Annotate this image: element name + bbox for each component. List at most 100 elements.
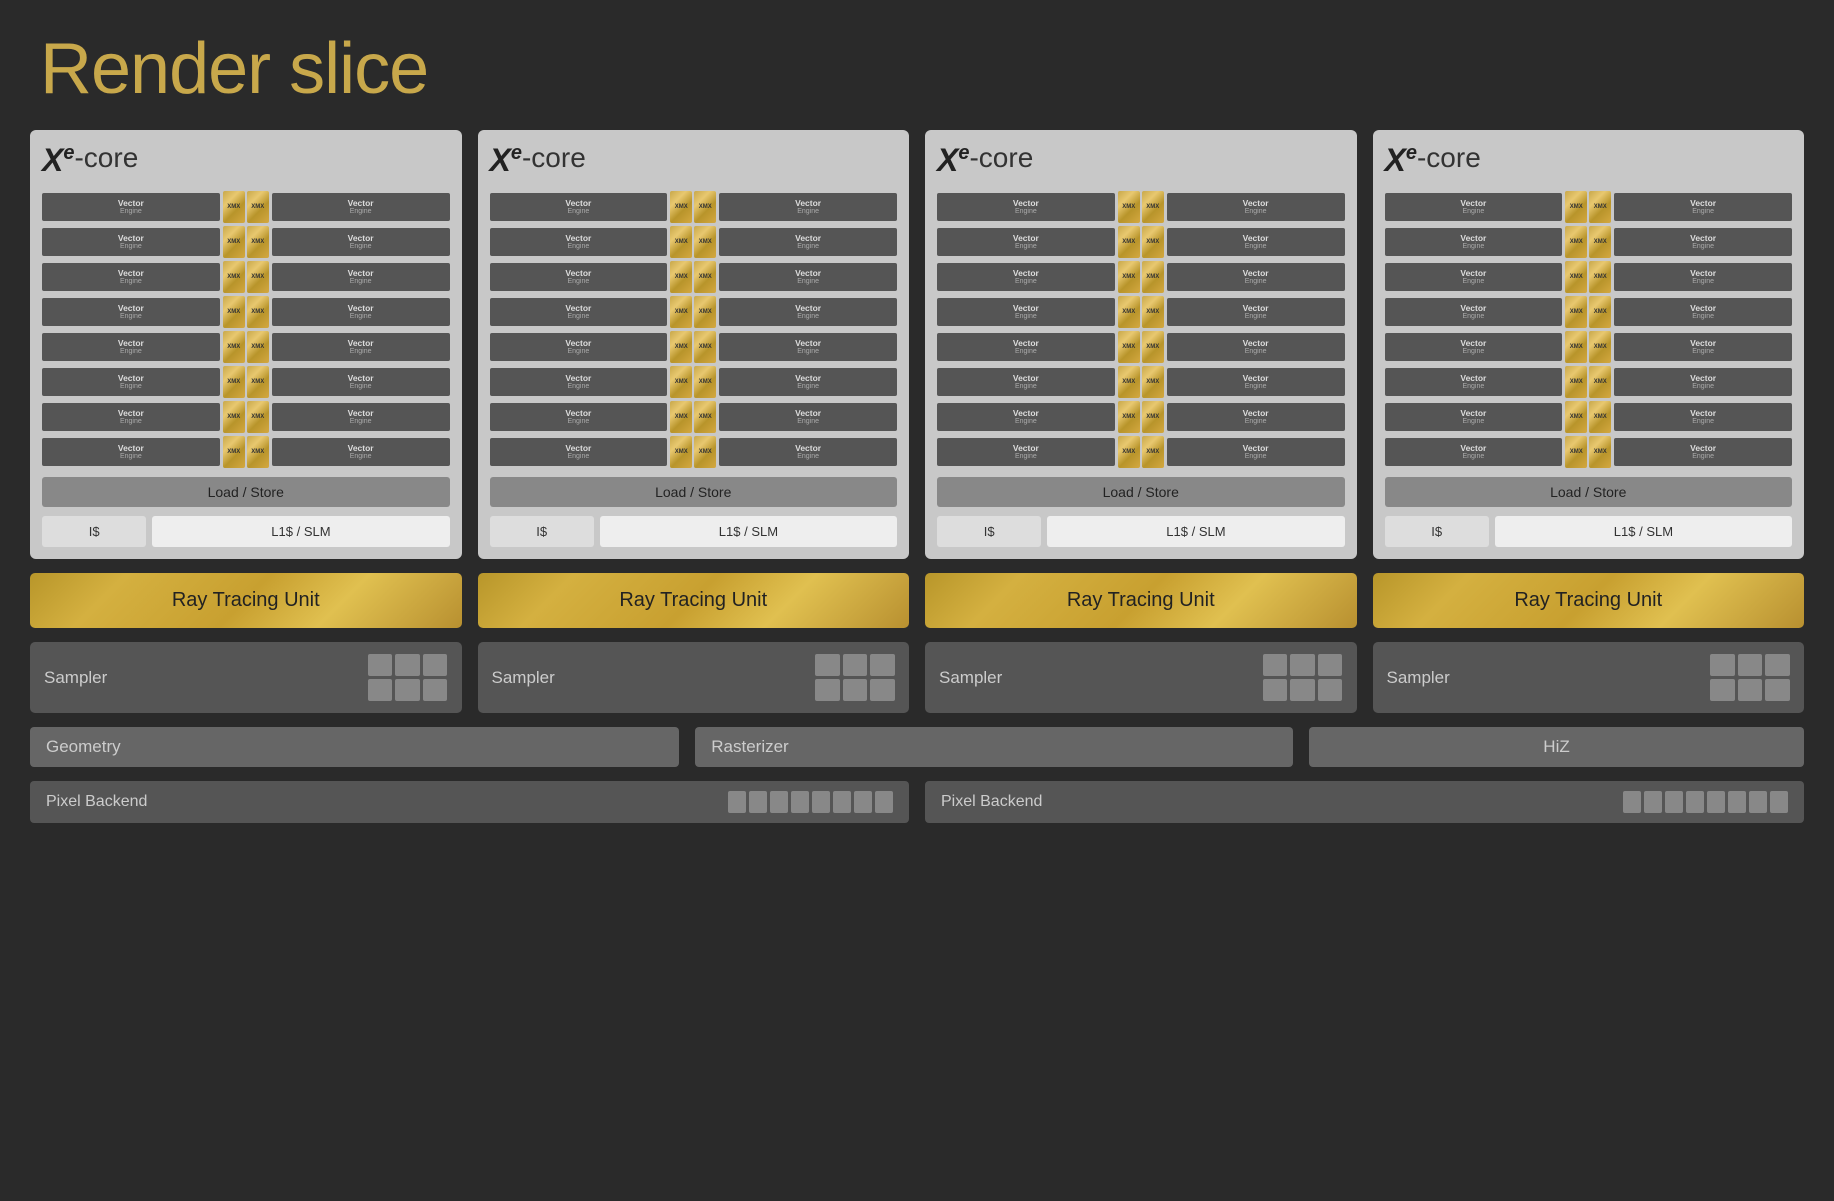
vector-engine-left: VectorEngine <box>937 368 1115 397</box>
sampler-cell <box>423 654 448 676</box>
engine-row: VectorEngine XMXXMX VectorEngine <box>42 366 450 398</box>
sampler-grid-3 <box>1263 654 1343 701</box>
pb-cell <box>770 791 788 813</box>
xmx-block: XMX <box>1589 296 1611 328</box>
xmx-block: XMX <box>1142 226 1164 258</box>
ray-tracing-unit-4: Ray Tracing Unit <box>1373 573 1805 628</box>
engine-row: VectorEngineXMXXMXVectorEngine <box>1385 366 1793 398</box>
xmx-block: XMX <box>1118 436 1140 468</box>
engine-row: VectorEngineXMXXMXVectorEngine <box>937 436 1345 468</box>
sampler-cell <box>1765 679 1790 701</box>
pixel-backend-cells-1 <box>728 791 893 813</box>
vector-engine-left: VectorEngine <box>937 333 1115 362</box>
xmx-block: XMX <box>1142 401 1164 433</box>
rasterizer-bar: Rasterizer <box>695 727 1293 767</box>
xmx-block: XMX <box>247 191 269 223</box>
xe-logo-3: Xe-core <box>937 142 1033 179</box>
xmx-block: XMX <box>1565 191 1587 223</box>
ray-tracing-unit-1: Ray Tracing Unit <box>30 573 462 628</box>
pixel-backend-label-2: Pixel Backend <box>941 793 1042 811</box>
vector-engine-left: VectorEngine <box>490 228 668 257</box>
xmx-block: XMX <box>1589 261 1611 293</box>
xmx-block: XMX <box>1118 401 1140 433</box>
xmx-block: XMX <box>247 296 269 328</box>
ray-tracing-unit-3: Ray Tracing Unit <box>925 573 1357 628</box>
vector-engine-right: VectorEngine <box>719 193 897 222</box>
xmx-block: XMX <box>670 331 692 363</box>
engines-grid-4: VectorEngineXMXXMXVectorEngine VectorEng… <box>1385 191 1793 468</box>
engine-row: VectorEngine XMXXMX VectorEngine <box>42 191 450 223</box>
i-cache-2: I$ <box>490 516 594 547</box>
i-cache-4: I$ <box>1385 516 1489 547</box>
xmx-block: XMX <box>670 226 692 258</box>
sampler-cell <box>843 654 868 676</box>
xmx-block: XMX <box>1589 331 1611 363</box>
vector-engine-right: VectorEngine <box>1614 193 1792 222</box>
engines-grid-1: VectorEngine XMXXMX VectorEngine VectorE… <box>42 191 450 468</box>
engine-row: VectorEngineXMXXMXVectorEngine <box>490 191 898 223</box>
ray-tracing-row: Ray Tracing Unit Ray Tracing Unit Ray Tr… <box>30 573 1804 628</box>
vector-engine-left: VectorEngine <box>42 193 220 222</box>
engine-row: VectorEngineXMXXMXVectorEngine <box>1385 436 1793 468</box>
vector-engine-right: VectorEngine <box>1614 228 1792 257</box>
engines-grid-3: VectorEngineXMXXMXVectorEngine VectorEng… <box>937 191 1345 468</box>
xe-core-card-3: Xe-core VectorEngineXMXXMXVectorEngine V… <box>925 130 1357 559</box>
sampler-label-3: Sampler <box>939 668 1002 688</box>
xmx-block: XMX <box>670 191 692 223</box>
engine-row: VectorEngineXMXXMXVectorEngine <box>1385 401 1793 433</box>
xmx-block: XMX <box>694 401 716 433</box>
vector-engine-right: VectorEngine <box>1167 228 1345 257</box>
pb-cell <box>1728 791 1746 813</box>
load-store-bar-3: Load / Store <box>937 477 1345 507</box>
pixel-backend-bar-1: Pixel Backend <box>30 781 909 823</box>
vector-engine-left: VectorEngine <box>42 228 220 257</box>
vector-engine-left: VectorEngine <box>42 368 220 397</box>
xmx-block: XMX <box>247 436 269 468</box>
xmx-block: XMX <box>694 296 716 328</box>
vector-engine-right: VectorEngine <box>1167 263 1345 292</box>
sampler-unit-4: Sampler <box>1373 642 1805 713</box>
engine-row: VectorEngineXMXXMXVectorEngine <box>937 331 1345 363</box>
engine-row: VectorEngine XMXXMX VectorEngine <box>42 296 450 328</box>
vector-engine-left: VectorEngine <box>1385 193 1563 222</box>
sampler-cell <box>815 679 840 701</box>
vector-engine-left: VectorEngine <box>490 368 668 397</box>
xe-cores-row: Xe-core VectorEngine XMXXMX VectorEngine… <box>30 130 1804 559</box>
vector-engine-left: VectorEngine <box>1385 228 1563 257</box>
engine-row: VectorEngineXMXXMXVectorEngine <box>490 226 898 258</box>
pb-cell <box>833 791 851 813</box>
vector-engine-left: VectorEngine <box>490 333 668 362</box>
xe-logo-1: Xe-core <box>42 142 138 179</box>
vector-engine-left: VectorEngine <box>42 403 220 432</box>
engine-row: VectorEngineXMXXMXVectorEngine <box>1385 261 1793 293</box>
sampler-grid-1 <box>368 654 448 701</box>
xmx-block: XMX <box>1142 261 1164 293</box>
pb-cell <box>1749 791 1767 813</box>
sampler-grid-4 <box>1710 654 1790 701</box>
pb-cell <box>812 791 830 813</box>
engine-row: VectorEngineXMXXMXVectorEngine <box>490 436 898 468</box>
xmx-block: XMX <box>1589 226 1611 258</box>
xmx-block: XMX <box>247 331 269 363</box>
sampler-cell <box>1738 679 1763 701</box>
vector-engine-right: VectorEngine <box>272 298 450 327</box>
pb-cell <box>1707 791 1725 813</box>
sampler-grid-2 <box>815 654 895 701</box>
pb-cell <box>1665 791 1683 813</box>
xmx-block: XMX <box>670 366 692 398</box>
xmx-block: XMX <box>670 296 692 328</box>
vector-engine-right: VectorEngine <box>272 333 450 362</box>
main-content: Xe-core VectorEngine XMXXMX VectorEngine… <box>0 130 1834 823</box>
load-store-bar-1: Load / Store <box>42 477 450 507</box>
vector-engine-left: VectorEngine <box>937 263 1115 292</box>
xmx-block: XMX <box>1142 331 1164 363</box>
sampler-label-4: Sampler <box>1387 668 1450 688</box>
engine-row: VectorEngineXMXXMXVectorEngine <box>490 261 898 293</box>
vector-engine-left: VectorEngine <box>42 298 220 327</box>
xe-core-card-4: Xe-core VectorEngineXMXXMXVectorEngine V… <box>1373 130 1805 559</box>
sampler-cell <box>1765 654 1790 676</box>
vector-engine-left: VectorEngine <box>937 438 1115 467</box>
vector-engine-left: VectorEngine <box>1385 403 1563 432</box>
sampler-cell <box>1710 654 1735 676</box>
vector-engine-left: VectorEngine <box>42 438 220 467</box>
